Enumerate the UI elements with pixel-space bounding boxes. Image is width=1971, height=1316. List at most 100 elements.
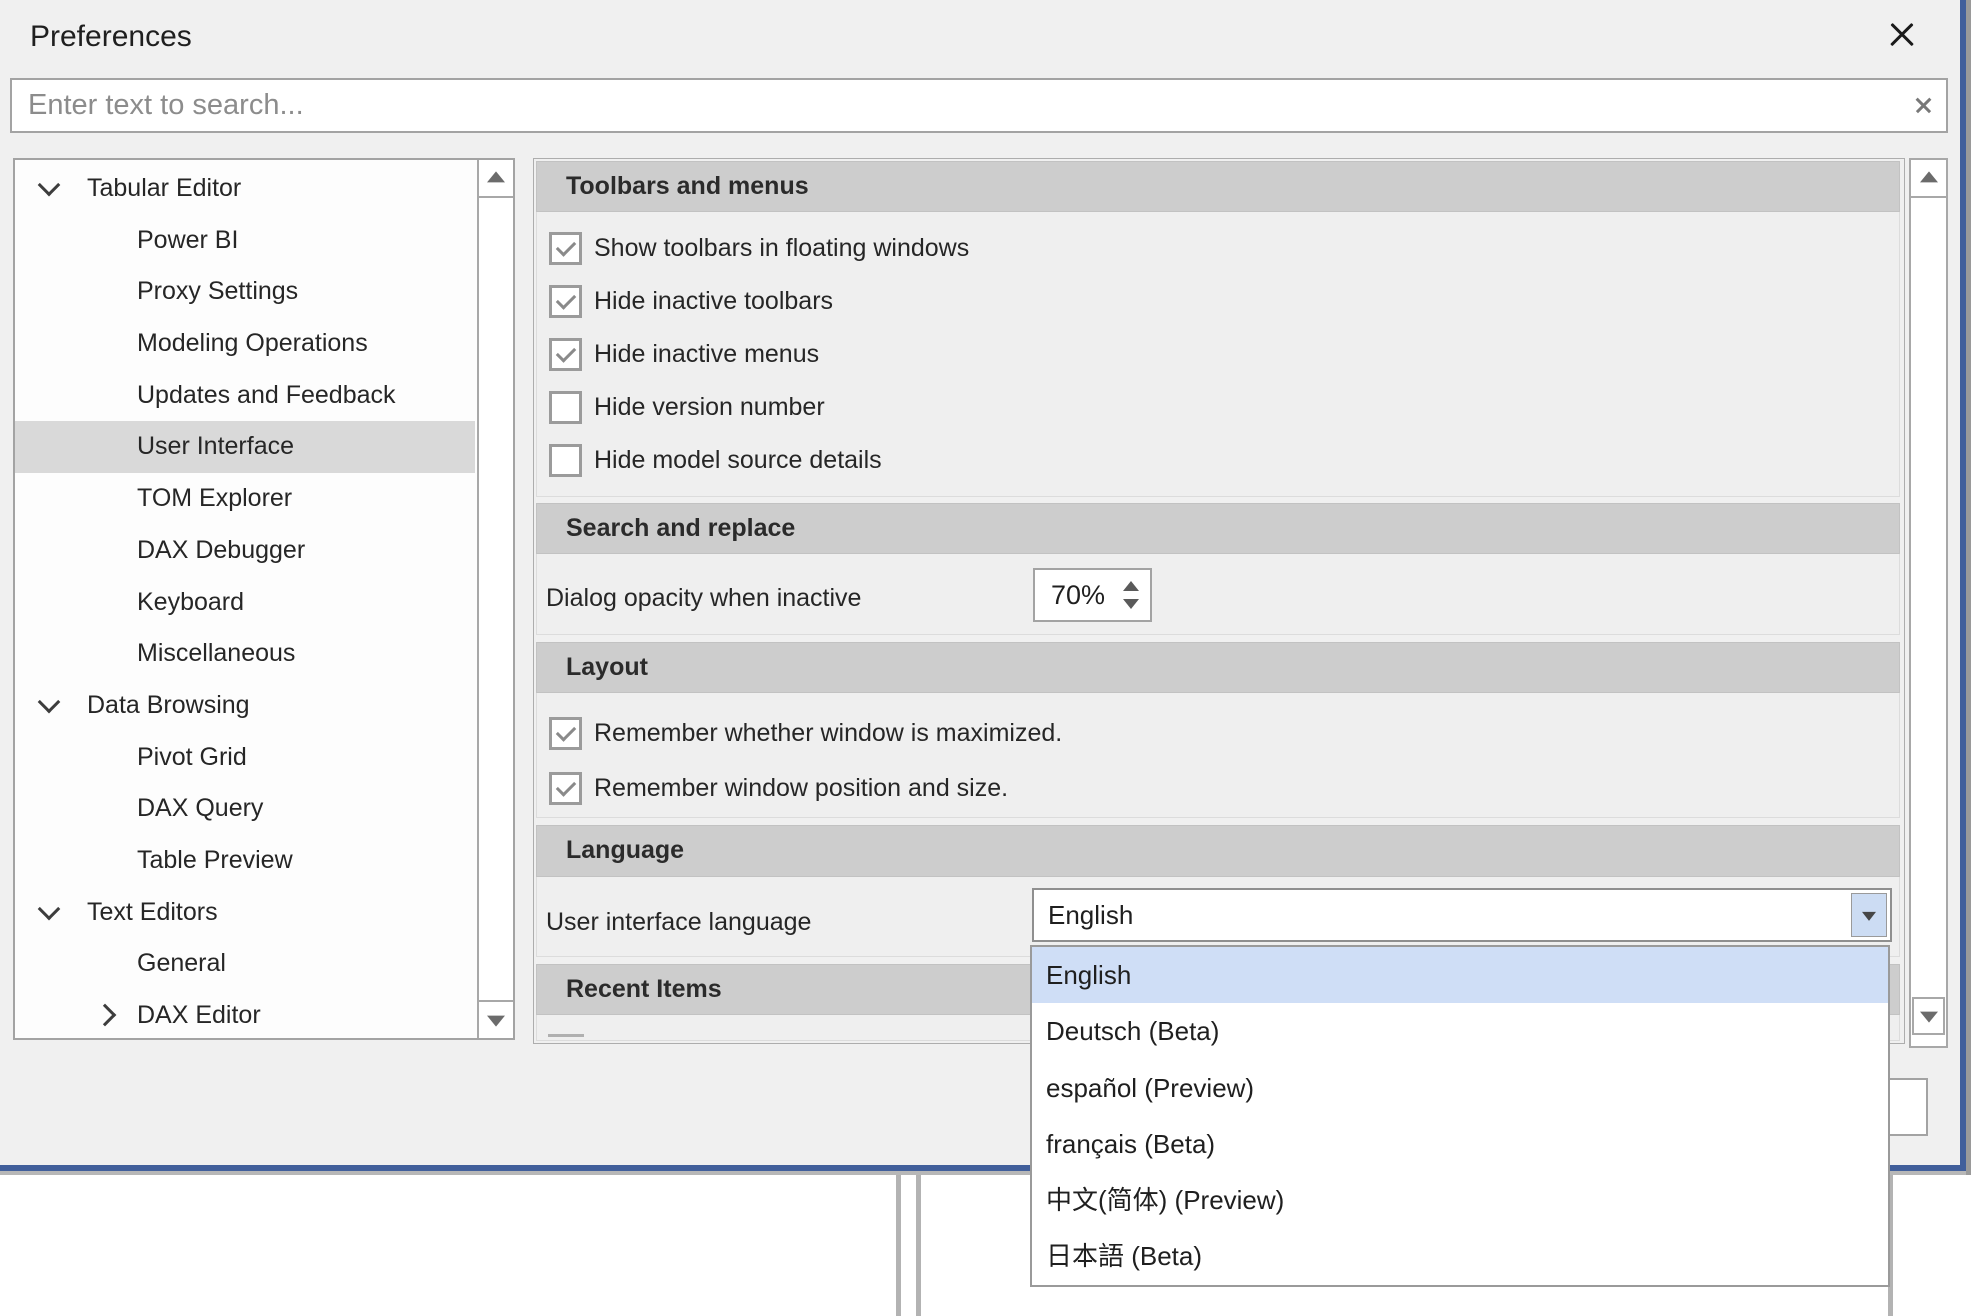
tree-item[interactable]: DAX Query [15, 783, 475, 835]
spinner-arrows [1119, 570, 1143, 620]
tree-item-label: User Interface [137, 432, 294, 460]
settings-tree-panel: Tabular Editor Power BI Proxy Settings M… [13, 158, 515, 1040]
checkbox-label: Hide inactive menus [594, 340, 819, 369]
checkbox-row[interactable]: Hide inactive toolbars [549, 278, 969, 324]
close-icon[interactable] [1888, 21, 1916, 49]
language-dropdown-list: EnglishDeutsch (Beta)español (Preview)fr… [1030, 945, 1890, 1287]
content-scroll-down-icon[interactable] [1912, 997, 1945, 1035]
checkbox[interactable] [549, 444, 582, 477]
combobox-dropdown-button[interactable] [1851, 893, 1887, 937]
dialog-shadow-right [1966, 0, 1971, 1175]
recent-items-clipped-control [548, 1034, 584, 1037]
tree-item-label: Pivot Grid [137, 743, 247, 771]
clear-search-icon[interactable] [1915, 97, 1932, 114]
checkbox-label: Hide model source details [594, 446, 882, 475]
tree-item[interactable]: Power BI [15, 215, 475, 267]
opacity-label: Dialog opacity when inactive [546, 575, 861, 621]
checkbox[interactable] [549, 285, 582, 318]
tree-item-label: DAX Editor [137, 1001, 261, 1029]
tree-item[interactable]: DAX Editor [15, 990, 475, 1042]
section-header-search-replace: Search and replace [536, 503, 1900, 554]
dropdown-option[interactable]: 日本語 (Beta) [1032, 1228, 1888, 1284]
dropdown-option[interactable]: Deutsch (Beta) [1032, 1003, 1888, 1059]
section-header-layout: Layout [536, 642, 1900, 693]
tree-item[interactable]: General [15, 938, 475, 990]
checkbox-row[interactable]: Show toolbars in floating windows [549, 225, 969, 271]
tree-item[interactable]: Miscellaneous [15, 628, 475, 680]
dropdown-option[interactable]: English [1032, 947, 1888, 1003]
checkbox[interactable] [549, 772, 582, 805]
settings-tree: Tabular Editor Power BI Proxy Settings M… [15, 163, 475, 1042]
tree-item[interactable]: TOM Explorer [15, 473, 475, 525]
tree-item[interactable]: User Interface [15, 421, 475, 473]
checkbox-row[interactable]: Hide model source details [549, 437, 969, 483]
tree-item-label: DAX Query [137, 794, 263, 822]
checkbox[interactable] [549, 338, 582, 371]
checkbox-row[interactable]: Hide version number [549, 384, 969, 430]
background-window-edge [896, 1175, 901, 1316]
dropdown-option[interactable]: français (Beta) [1032, 1116, 1888, 1172]
tree-item-label: Text Editors [87, 898, 218, 926]
tree-item-label: General [137, 949, 226, 977]
tree-item[interactable]: Modeling Operations [15, 318, 475, 370]
tree-item[interactable]: Updates and Feedback [15, 370, 475, 422]
tree-item[interactable]: Table Preview [15, 835, 475, 887]
tree-item[interactable]: Pivot Grid [15, 732, 475, 784]
checkbox-row[interactable]: Remember whether window is maximized. [549, 710, 1062, 756]
checkbox-label: Show toolbars in floating windows [594, 234, 969, 263]
tree-chevron-icon[interactable] [38, 691, 61, 714]
checkbox-row[interactable]: Hide inactive menus [549, 331, 969, 377]
section-header-language: Language [536, 825, 1900, 877]
combobox-value: English [1048, 890, 1133, 940]
opacity-spinner[interactable]: 70% [1033, 568, 1152, 622]
tree-scroll-down-icon[interactable] [479, 1000, 513, 1038]
tree-chevron-icon[interactable] [94, 1004, 117, 1027]
section-header-toolbars: Toolbars and menus [536, 161, 1900, 212]
checkbox-label: Hide version number [594, 393, 825, 422]
tree-item[interactable]: Tabular Editor [15, 163, 475, 215]
tree-item[interactable]: Data Browsing [15, 680, 475, 732]
content-scroll-up-icon[interactable] [1911, 160, 1946, 198]
background-window-edge [916, 1175, 921, 1316]
tree-item-label: Proxy Settings [137, 277, 298, 305]
tree-item-label: Updates and Feedback [137, 381, 396, 409]
tree-item[interactable]: Keyboard [15, 577, 475, 629]
tree-item-label: DAX Debugger [137, 536, 305, 564]
tree-item-label: Table Preview [137, 846, 293, 874]
checkbox-row[interactable]: Remember window position and size. [549, 765, 1062, 811]
search-placeholder: Enter text to search... [28, 80, 304, 131]
checkbox[interactable] [549, 391, 582, 424]
layout-checkbox-list: Remember whether window is maximized. Re… [549, 710, 1062, 811]
tree-item-label: Modeling Operations [137, 329, 368, 357]
tree-chevron-icon[interactable] [38, 174, 61, 197]
combobox-arrow-icon [1862, 912, 1876, 921]
ui-language-combobox[interactable]: English [1032, 888, 1892, 942]
spinner-down-icon[interactable] [1123, 599, 1139, 609]
checkbox[interactable] [549, 717, 582, 750]
ui-language-label: User interface language [546, 899, 811, 945]
checkbox-label: Hide inactive toolbars [594, 287, 833, 316]
tree-item-label: TOM Explorer [137, 484, 292, 512]
search-input[interactable]: Enter text to search... [10, 78, 1948, 133]
preferences-dialog: Preferences Enter text to search... Tabu… [0, 0, 1966, 1171]
tree-scrollbar[interactable] [477, 160, 513, 1038]
tree-item[interactable]: Text Editors [15, 887, 475, 939]
dropdown-option[interactable]: español (Preview) [1032, 1060, 1888, 1116]
tree-item-label: Tabular Editor [87, 174, 241, 202]
tree-scroll-up-icon[interactable] [479, 160, 513, 198]
tree-item[interactable]: DAX Debugger [15, 525, 475, 577]
tree-chevron-icon[interactable] [38, 897, 61, 920]
dropdown-option[interactable]: 中文(简体) (Preview) [1032, 1172, 1888, 1228]
checkbox-label: Remember window position and size. [594, 774, 1008, 803]
checkbox[interactable] [549, 232, 582, 265]
opacity-value[interactable]: 70% [1035, 570, 1121, 620]
toolbars-checkbox-list: Show toolbars in floating windows Hide i… [549, 225, 969, 483]
dialog-title: Preferences [30, 20, 192, 54]
spinner-up-icon[interactable] [1123, 581, 1139, 591]
tree-item-label: Power BI [137, 226, 238, 254]
tree-item-label: Miscellaneous [137, 639, 295, 667]
tree-item-label: Keyboard [137, 588, 244, 616]
tree-item[interactable]: Proxy Settings [15, 266, 475, 318]
checkbox-label: Remember whether window is maximized. [594, 719, 1062, 748]
content-scrollbar[interactable] [1909, 158, 1948, 1048]
